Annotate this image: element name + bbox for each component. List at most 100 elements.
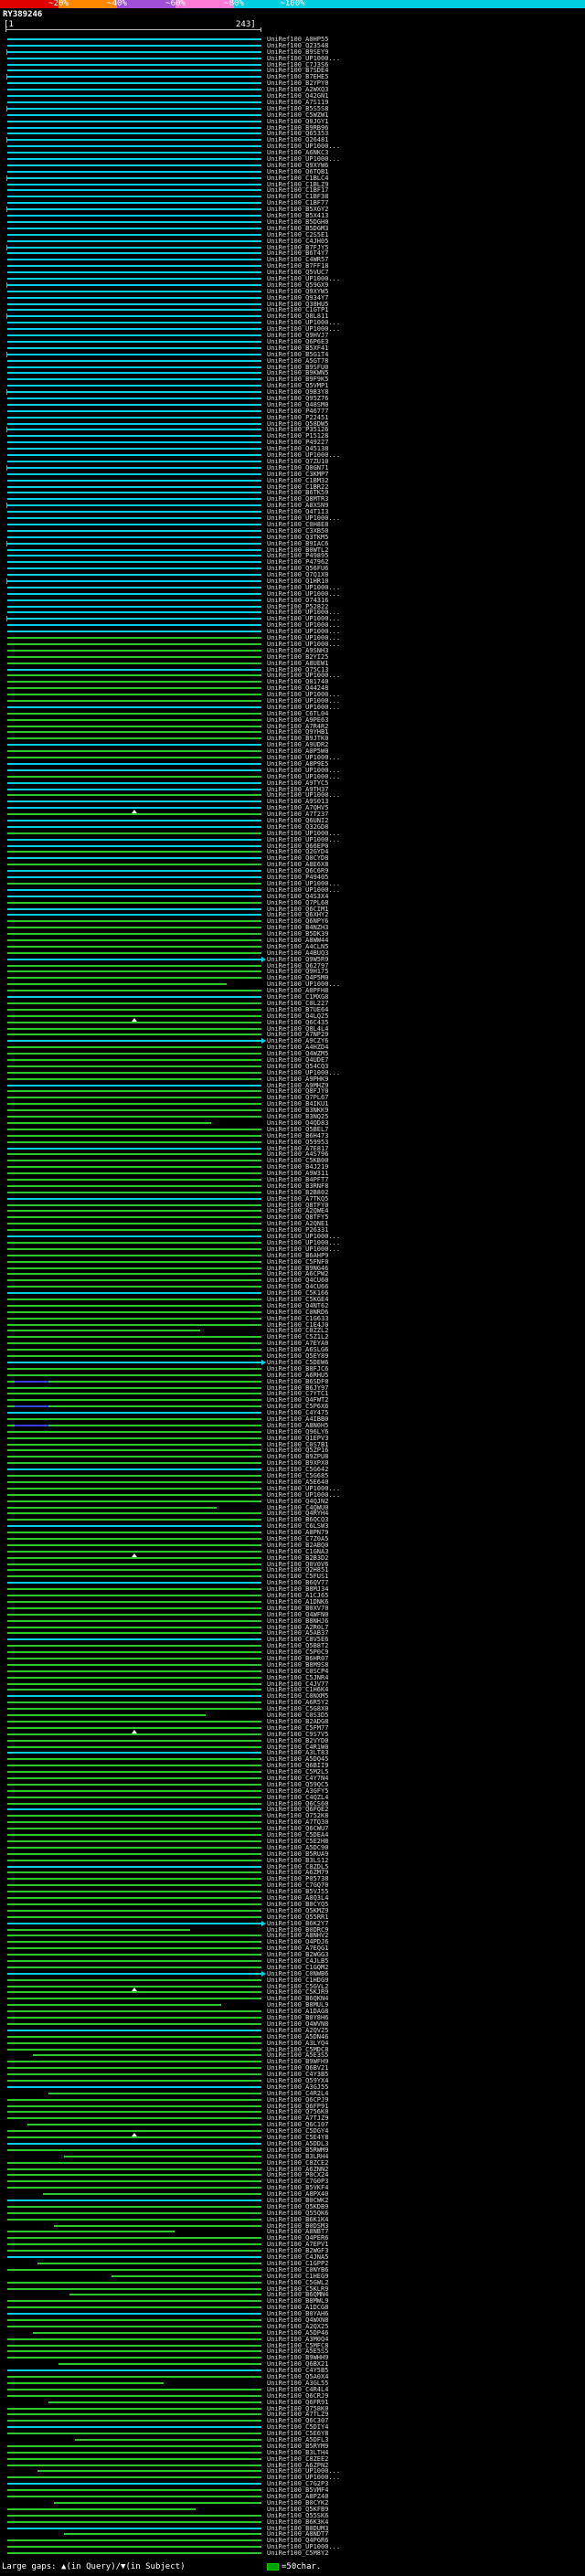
- hit-alignment-line[interactable]: [7, 1915, 261, 1918]
- hit-alignment-line[interactable]: [7, 1317, 261, 1320]
- hit-alignment-line[interactable]: [7, 1412, 261, 1415]
- hit-alignment-line[interactable]: [7, 1097, 261, 1099]
- hit-alignment-line[interactable]: [7, 2426, 261, 2429]
- hit-alignment-line[interactable]: [7, 2073, 261, 2076]
- hit-alignment-line[interactable]: [7, 448, 261, 451]
- hit-alignment-line[interactable]: [7, 63, 261, 66]
- hit-alignment-line[interactable]: [7, 126, 261, 129]
- hit-alignment-line[interactable]: [7, 1519, 261, 1521]
- hit-alignment-line[interactable]: [7, 460, 261, 462]
- hit-alignment-line[interactable]: [7, 1834, 261, 1837]
- hit-alignment-line[interactable]: [7, 1595, 261, 1597]
- hit-alignment-line[interactable]: [7, 2218, 261, 2221]
- hit-alignment-line[interactable]: [7, 2174, 261, 2177]
- hit-alignment-line[interactable]: [7, 391, 261, 394]
- hit-alignment-line[interactable]: [7, 1468, 261, 1471]
- hit-alignment-line[interactable]: [7, 1299, 261, 1300]
- hit-alignment-line[interactable]: [7, 1367, 261, 1370]
- hit-alignment-line[interactable]: [7, 1670, 261, 1672]
- hit-alignment-line[interactable]: [7, 1487, 261, 1489]
- hit-alignment-line[interactable]: [7, 1160, 261, 1162]
- hit-alignment-line[interactable]: [7, 1839, 261, 1842]
- hit-alignment-line[interactable]: [7, 1342, 261, 1345]
- hit-alignment-line[interactable]: [7, 385, 261, 387]
- hit-alignment-line[interactable]: [7, 2318, 261, 2321]
- hit-alignment-line[interactable]: [7, 1323, 261, 1326]
- hit-alignment-line[interactable]: [7, 1008, 261, 1011]
- hit-alignment-line[interactable]: [7, 819, 261, 822]
- hit-alignment-line[interactable]: [7, 1563, 261, 1565]
- hit-alignment-line[interactable]: [37, 2470, 261, 2473]
- hit-alignment-line[interactable]: [7, 2211, 261, 2214]
- hit-alignment-line[interactable]: [7, 1543, 261, 1546]
- hit-alignment-line[interactable]: [7, 1991, 261, 1994]
- hit-alignment-line[interactable]: [7, 1002, 261, 1004]
- hit-alignment-line[interactable]: [7, 1726, 261, 1729]
- hit-alignment-line[interactable]: [7, 1506, 217, 1509]
- hit-alignment-line[interactable]: [7, 2231, 175, 2233]
- hit-alignment-line[interactable]: [7, 1336, 261, 1339]
- hit-alignment-line[interactable]: [7, 1645, 261, 1648]
- hit-alignment-line[interactable]: [7, 1273, 261, 1276]
- hit-alignment-line[interactable]: [7, 2237, 261, 2240]
- hit-alignment-line[interactable]: [7, 170, 261, 173]
- hit-alignment-line[interactable]: [7, 1184, 261, 1187]
- hit-alignment-line[interactable]: [7, 2388, 261, 2390]
- hit-alignment-line[interactable]: [7, 133, 261, 135]
- hit-alignment-line[interactable]: [7, 1532, 261, 1534]
- hit-alignment-line[interactable]: [7, 2413, 261, 2416]
- hit-alignment-line[interactable]: [7, 1733, 261, 1735]
- hit-alignment-line[interactable]: [7, 1619, 261, 1622]
- hit-alignment-line[interactable]: [7, 2464, 261, 2466]
- hit-alignment-line[interactable]: [7, 1632, 261, 1635]
- hit-alignment-line[interactable]: [7, 145, 261, 148]
- hit-alignment-line[interactable]: [7, 561, 261, 564]
- hit-alignment-line[interactable]: [7, 283, 261, 286]
- hit-alignment-line[interactable]: [7, 605, 261, 608]
- hit-alignment-line[interactable]: [7, 737, 261, 740]
- hit-alignment-line[interactable]: [7, 1361, 261, 1363]
- low-score-segment[interactable]: [15, 1424, 48, 1426]
- hit-alignment-line[interactable]: [7, 340, 261, 343]
- hit-alignment-line[interactable]: [7, 1525, 261, 1528]
- hit-alignment-line[interactable]: [7, 2394, 261, 2397]
- hit-alignment-line[interactable]: [7, 548, 261, 551]
- hit-alignment-line[interactable]: [7, 366, 261, 368]
- hit-alignment-line[interactable]: [7, 1090, 261, 1093]
- hit-alignment-line[interactable]: [7, 586, 261, 588]
- hit-alignment-line[interactable]: [7, 1708, 261, 1711]
- hit-alignment-line[interactable]: [7, 398, 261, 399]
- hit-alignment-line[interactable]: [7, 857, 261, 860]
- hit-alignment-line[interactable]: [53, 2224, 261, 2227]
- hit-alignment-line[interactable]: [7, 1903, 261, 1905]
- hit-alignment-line[interactable]: [7, 1978, 261, 1981]
- hit-alignment-line[interactable]: [7, 1954, 261, 1956]
- hit-alignment-line[interactable]: [7, 259, 261, 261]
- hit-alignment-line[interactable]: [7, 44, 261, 47]
- hit-alignment-line[interactable]: [7, 498, 261, 501]
- hit-alignment-line[interactable]: [7, 409, 261, 412]
- hit-alignment-line[interactable]: [7, 813, 261, 816]
- hit-alignment-line[interactable]: [7, 139, 261, 142]
- hit-alignment-line[interactable]: [7, 1922, 261, 1924]
- hit-alignment-line[interactable]: [7, 2079, 261, 2082]
- hit-alignment-line[interactable]: [7, 1909, 261, 1912]
- hit-alignment-line[interactable]: [7, 2496, 261, 2498]
- hit-alignment-line[interactable]: [7, 208, 261, 211]
- hit-alignment-line[interactable]: [7, 2250, 261, 2253]
- hit-alignment-line[interactable]: [7, 674, 261, 677]
- hit-alignment-line[interactable]: [7, 246, 261, 249]
- hit-alignment-line[interactable]: [7, 1783, 261, 1786]
- hit-alignment-line[interactable]: [7, 120, 261, 122]
- hit-alignment-line[interactable]: [7, 1373, 261, 1376]
- hit-alignment-line[interactable]: [7, 1475, 261, 1478]
- hit-alignment-line[interactable]: [7, 945, 261, 948]
- hit-alignment-line[interactable]: [7, 2489, 261, 2492]
- hit-alignment-line[interactable]: [7, 2117, 261, 2120]
- hit-alignment-line[interactable]: [7, 504, 261, 507]
- hit-alignment-line[interactable]: [7, 454, 261, 457]
- hit-alignment-line[interactable]: [7, 422, 261, 425]
- hit-alignment-line[interactable]: [7, 750, 261, 753]
- hit-alignment-line[interactable]: [7, 1310, 261, 1313]
- hit-alignment-line[interactable]: [7, 2483, 261, 2486]
